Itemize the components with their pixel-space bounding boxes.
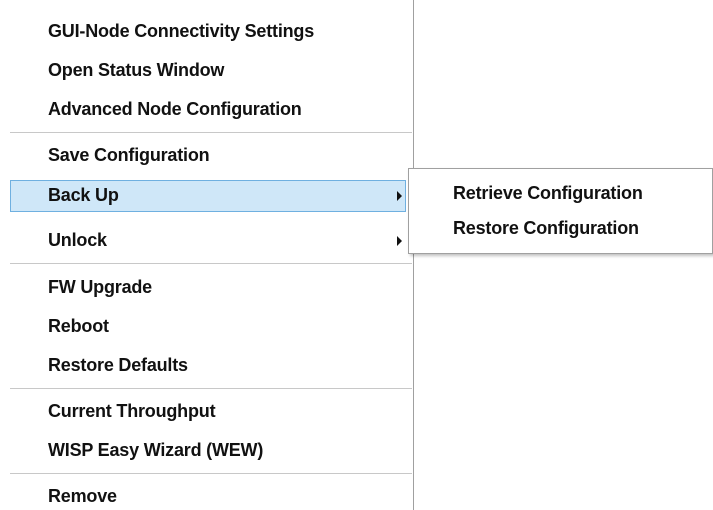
- back-up-submenu: Retrieve Configuration Restore Configura…: [408, 168, 713, 254]
- submenu-item-retrieve-configuration[interactable]: Retrieve Configuration: [409, 176, 712, 210]
- menu-item-label: Unlock: [48, 230, 107, 250]
- menu-item-label: Advanced Node Configuration: [48, 99, 302, 119]
- menu-item-label: Remove: [48, 486, 117, 506]
- menu-item-current-throughput[interactable]: Current Throughput: [10, 396, 406, 428]
- menu-item-restore-defaults[interactable]: Restore Defaults: [10, 350, 406, 382]
- menu-item-remove[interactable]: Remove: [10, 481, 406, 510]
- menu-item-gui-node-connectivity-settings[interactable]: GUI-Node Connectivity Settings: [10, 16, 406, 48]
- menu-separator: [10, 388, 412, 389]
- menu-separator: [10, 132, 412, 133]
- submenu-item-label: Retrieve Configuration: [453, 183, 643, 203]
- submenu-item-label: Restore Configuration: [453, 218, 639, 238]
- menu-item-label: Save Configuration: [48, 145, 210, 165]
- context-menu: GUI-Node Connectivity Settings Open Stat…: [0, 0, 414, 510]
- menu-item-label: Reboot: [48, 316, 109, 336]
- context-menu-stage: GUI-Node Connectivity Settings Open Stat…: [0, 0, 713, 510]
- menu-item-save-configuration[interactable]: Save Configuration: [10, 140, 406, 172]
- menu-item-label: Back Up: [48, 185, 119, 205]
- menu-separator: [10, 473, 412, 474]
- menu-item-label: Open Status Window: [48, 60, 225, 80]
- menu-item-label: Restore Defaults: [48, 355, 188, 375]
- chevron-right-icon: [397, 236, 402, 246]
- chevron-right-icon: [397, 191, 402, 201]
- menu-item-label: WISP Easy Wizard (WEW): [48, 440, 264, 460]
- menu-item-label: FW Upgrade: [48, 277, 152, 297]
- menu-separator: [10, 263, 412, 264]
- menu-item-fw-upgrade[interactable]: FW Upgrade: [10, 272, 406, 304]
- menu-item-open-status-window[interactable]: Open Status Window: [10, 55, 406, 87]
- submenu-item-restore-configuration[interactable]: Restore Configuration: [409, 211, 712, 245]
- menu-item-label: Current Throughput: [48, 401, 216, 421]
- menu-item-unlock[interactable]: Unlock: [10, 225, 406, 257]
- menu-item-advanced-node-configuration[interactable]: Advanced Node Configuration: [10, 94, 406, 126]
- menu-item-wisp-easy-wizard[interactable]: WISP Easy Wizard (WEW): [10, 435, 406, 467]
- menu-item-back-up[interactable]: Back Up: [10, 180, 406, 212]
- menu-item-reboot[interactable]: Reboot: [10, 311, 406, 343]
- menu-item-label: GUI-Node Connectivity Settings: [48, 21, 315, 41]
